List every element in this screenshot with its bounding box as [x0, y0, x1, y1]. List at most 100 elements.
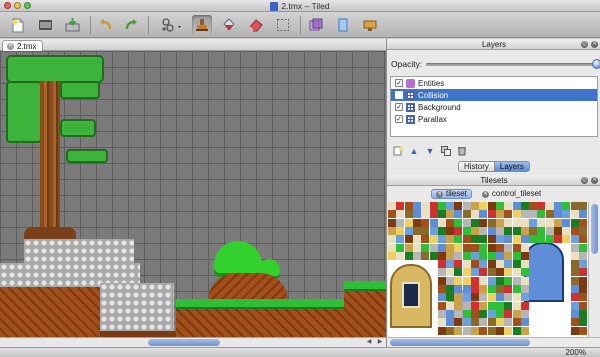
tileset-tile[interactable]: [504, 326, 513, 335]
tileset-tile[interactable]: [570, 276, 579, 285]
tileset-tile[interactable]: [495, 268, 504, 277]
move-layer-down-icon[interactable]: ▼: [425, 146, 435, 156]
tileset-tile[interactable]: [512, 326, 521, 335]
tileset-tile[interactable]: [545, 235, 554, 244]
tileset-tile[interactable]: [487, 309, 496, 318]
tileset-tile[interactable]: [479, 235, 488, 244]
tileset-tile[interactable]: [578, 210, 587, 219]
tileset-vscroll-thumb[interactable]: [591, 204, 598, 254]
tileset-tile[interactable]: [404, 218, 413, 227]
tileset-tile[interactable]: [512, 218, 521, 227]
random-stamp-dropdown[interactable]: [160, 15, 184, 35]
tileset-tile[interactable]: [504, 235, 513, 244]
tileset-tile[interactable]: [429, 202, 438, 210]
tileset-tile[interactable]: [454, 326, 463, 335]
tileset-tile[interactable]: [570, 218, 579, 227]
tileset-tile[interactable]: [479, 276, 488, 285]
tileset-tile[interactable]: [462, 210, 471, 219]
tileset-tile[interactable]: [570, 260, 579, 269]
tileset-tile[interactable]: [487, 268, 496, 277]
tileset-tile[interactable]: [520, 301, 529, 310]
layer-visibility-checkbox[interactable]: [395, 91, 403, 99]
tileset-grid[interactable]: [388, 202, 588, 337]
tileset-tile[interactable]: [495, 202, 504, 210]
tileset-tile[interactable]: [454, 235, 463, 244]
tileset-tile[interactable]: [545, 210, 554, 219]
undo-button[interactable]: [96, 15, 116, 35]
tileset-tile[interactable]: [437, 226, 446, 235]
close-panel-icon[interactable]: ✕: [591, 41, 598, 48]
tileset-tile[interactable]: [446, 243, 455, 252]
tileset-tile[interactable]: [504, 226, 513, 235]
tileset-tile[interactable]: [512, 318, 521, 327]
tileset-tile[interactable]: [578, 260, 587, 269]
tileset-tile[interactable]: [487, 226, 496, 235]
tileset-tile[interactable]: [421, 243, 430, 252]
tileset-tile[interactable]: [446, 309, 455, 318]
tileset-tile[interactable]: [446, 285, 455, 293]
layer-row[interactable]: ✓ Parallax: [391, 113, 597, 125]
tileset-tile[interactable]: [487, 243, 496, 252]
duplicate-layer-icon[interactable]: [441, 146, 451, 156]
zoom-window-button[interactable]: [24, 2, 31, 9]
tileset-tile[interactable]: [570, 318, 579, 327]
tileset-tile[interactable]: [520, 226, 529, 235]
tileset-tile[interactable]: [570, 309, 579, 318]
tileset-tile[interactable]: [454, 260, 463, 269]
tileset-tile[interactable]: [512, 202, 521, 210]
tileset-tile[interactable]: [554, 202, 562, 210]
tileset-tile[interactable]: [396, 202, 405, 210]
tileset-tile[interactable]: [520, 235, 529, 244]
layer-visibility-checkbox[interactable]: ✓: [395, 79, 403, 87]
tileset-tile[interactable]: [570, 235, 579, 244]
tileset-tile[interactable]: [520, 243, 529, 252]
tileset-tile[interactable]: [437, 293, 446, 302]
tileset-tile[interactable]: [388, 210, 396, 219]
tileset-tile[interactable]: [437, 276, 446, 285]
tileset-tile[interactable]: [479, 293, 488, 302]
tileset-tile[interactable]: [512, 226, 521, 235]
tileset-tile[interactable]: [487, 276, 496, 285]
tileset-tile[interactable]: [412, 243, 421, 252]
tileset-tile[interactable]: [446, 210, 455, 219]
tileset-tile[interactable]: [462, 268, 471, 277]
tileset-tile[interactable]: [471, 285, 479, 293]
layer-row[interactable]: ✓ Background: [391, 101, 597, 113]
tileset-tile[interactable]: [471, 276, 479, 285]
tileset-tile[interactable]: [437, 210, 446, 219]
tileset-tile[interactable]: [479, 251, 488, 260]
save-file-button[interactable]: [62, 15, 82, 35]
window-controls[interactable]: [4, 2, 31, 9]
map-horizontal-scrollbar[interactable]: ◀ ▶: [0, 337, 386, 347]
redo-button[interactable]: [121, 15, 141, 35]
tileset-tile[interactable]: [545, 218, 554, 227]
tileset-tile[interactable]: [529, 210, 538, 219]
tileset-tile[interactable]: [479, 226, 488, 235]
tileset-tile[interactable]: [562, 226, 571, 235]
tileset-tile[interactable]: [570, 285, 579, 293]
tileset-tile[interactable]: [429, 226, 438, 235]
tileset-tile[interactable]: [396, 251, 405, 260]
tileset-tile[interactable]: [421, 251, 430, 260]
tileset-tile[interactable]: [570, 202, 579, 210]
float-panel-icon[interactable]: ◎: [581, 41, 588, 48]
tileset-tile[interactable]: [454, 318, 463, 327]
tileset-tile[interactable]: [471, 260, 479, 269]
tileset-tile[interactable]: [462, 276, 471, 285]
tileset-tile[interactable]: [529, 202, 538, 210]
tileset-tile[interactable]: [570, 293, 579, 302]
tileset-tile[interactable]: [495, 251, 504, 260]
tileset-tile[interactable]: [454, 309, 463, 318]
tileset-tile[interactable]: [471, 326, 479, 335]
close-tab-icon[interactable]: ✕: [7, 42, 14, 50]
tileset-tile[interactable]: [471, 202, 479, 210]
tileset-tile[interactable]: [446, 235, 455, 244]
tileset-tile[interactable]: [412, 210, 421, 219]
tileset-tile[interactable]: [388, 243, 396, 252]
tileset-tile[interactable]: [554, 218, 562, 227]
tileset-tile[interactable]: [479, 268, 488, 277]
tileset-tile[interactable]: [578, 218, 587, 227]
tileset-tile[interactable]: [495, 260, 504, 269]
tileset-tile[interactable]: [396, 235, 405, 244]
tileset-tile[interactable]: [404, 202, 413, 210]
